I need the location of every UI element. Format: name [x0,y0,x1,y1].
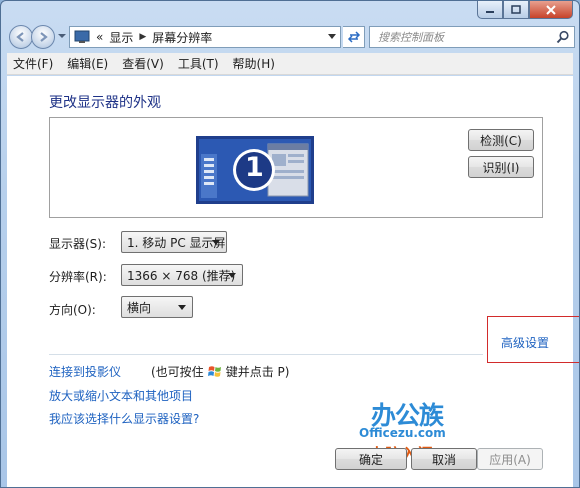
maximize-button[interactable] [503,1,529,19]
chevron-down-icon [228,273,236,278]
text-size-link[interactable]: 放大或缩小文本和其他项目 [49,387,193,404]
chevron-down-icon[interactable] [328,34,336,40]
minimize-icon [486,10,494,13]
refresh-button[interactable] [343,26,365,48]
minimize-button[interactable] [477,1,503,19]
display-select[interactable]: 1. 移动 PC 显示屏 [121,231,227,253]
menu-bar: 文件(F) 编辑(E) 查看(V) 工具(T) 帮助(H) [7,53,573,75]
menu-edit[interactable]: 编辑(E) [67,55,108,72]
advanced-settings-highlight: 高级设置 [487,316,579,363]
menu-help[interactable]: 帮助(H) [233,55,275,72]
ok-button[interactable]: 确定 [335,448,407,470]
connect-projector-link[interactable]: 连接到投影仪 [49,363,121,380]
page-title: 更改显示器的外观 [49,95,161,111]
cancel-button[interactable]: 取消 [411,448,477,470]
identify-button[interactable]: 识别(I) [468,156,534,178]
caption-buttons [477,1,573,21]
orientation-select-value: 横向 [127,300,152,315]
resolution-select[interactable]: 1366 × 768 (推荐) [121,264,243,286]
back-button[interactable] [9,25,33,49]
arrow-right-icon [40,32,48,42]
watermark-line2: Officezu.com [359,426,446,440]
refresh-icon [347,31,360,43]
breadcrumb-screen-resolution[interactable]: 屏幕分辨率 [152,29,212,46]
advanced-settings-link[interactable]: 高级设置 [501,334,549,351]
recent-pages-dropdown-icon[interactable] [57,31,67,41]
monitor-icon [74,30,90,43]
close-button[interactable] [529,1,573,19]
orientation-label: 方向(O): [49,303,96,317]
search-icon[interactable] [556,30,570,44]
monitor-number-label: 1 [245,152,264,183]
control-panel-window: « 显示 ▶ 屏幕分辨率 搜索控制面板 文件(F) 编辑(E) 查看(V) 工具… [0,0,580,488]
projector-note-end: 键并点击 P) [225,365,290,379]
resolution-label: 分辨率(R): [49,270,107,284]
projector-shortcut-note: (也可按住 键并点击 P) [151,363,289,380]
apply-button[interactable]: 应用(A) [477,448,543,470]
search-box[interactable]: 搜索控制面板 [369,26,575,48]
chevron-down-icon [178,305,186,310]
windows-logo-icon [207,366,221,377]
address-bar[interactable]: « 显示 ▶ 屏幕分辨率 [69,26,341,48]
maximize-icon [511,5,521,14]
menu-tools[interactable]: 工具(T) [178,55,219,72]
display-label: 显示器(S): [49,237,107,251]
resolution-select-value: 1366 × 768 (推荐) [127,268,236,283]
orientation-select[interactable]: 横向 [121,296,193,318]
detect-button[interactable]: 检测(C) [468,129,534,151]
content-area: 更改显示器的外观 1 检测(C) 识别(I) 显示器(S): 1. 移动 PC … [7,76,579,487]
navigation-bar: « 显示 ▶ 屏幕分辨率 搜索控制面板 [7,23,575,51]
menu-file[interactable]: 文件(F) [13,55,53,72]
divider [49,354,483,355]
monitor-1[interactable]: 1 [196,136,314,204]
menu-view[interactable]: 查看(V) [122,55,164,72]
chevron-right-icon: ▶ [139,32,147,42]
close-icon [546,4,556,15]
monitor-arrangement-panel: 1 检测(C) 识别(I) [49,117,543,218]
forward-button[interactable] [31,25,55,49]
display-select-value: 1. 移动 PC 显示屏 [127,235,226,250]
arrow-left-icon [16,32,24,42]
address-prefix: « [96,30,104,44]
breadcrumb-display[interactable]: 显示 [109,29,133,46]
search-placeholder: 搜索控制面板 [378,31,444,44]
projector-note-start: (也可按住 [151,365,204,379]
chevron-down-icon [212,240,220,245]
which-settings-link[interactable]: 我应该选择什么显示器设置? [49,410,199,427]
